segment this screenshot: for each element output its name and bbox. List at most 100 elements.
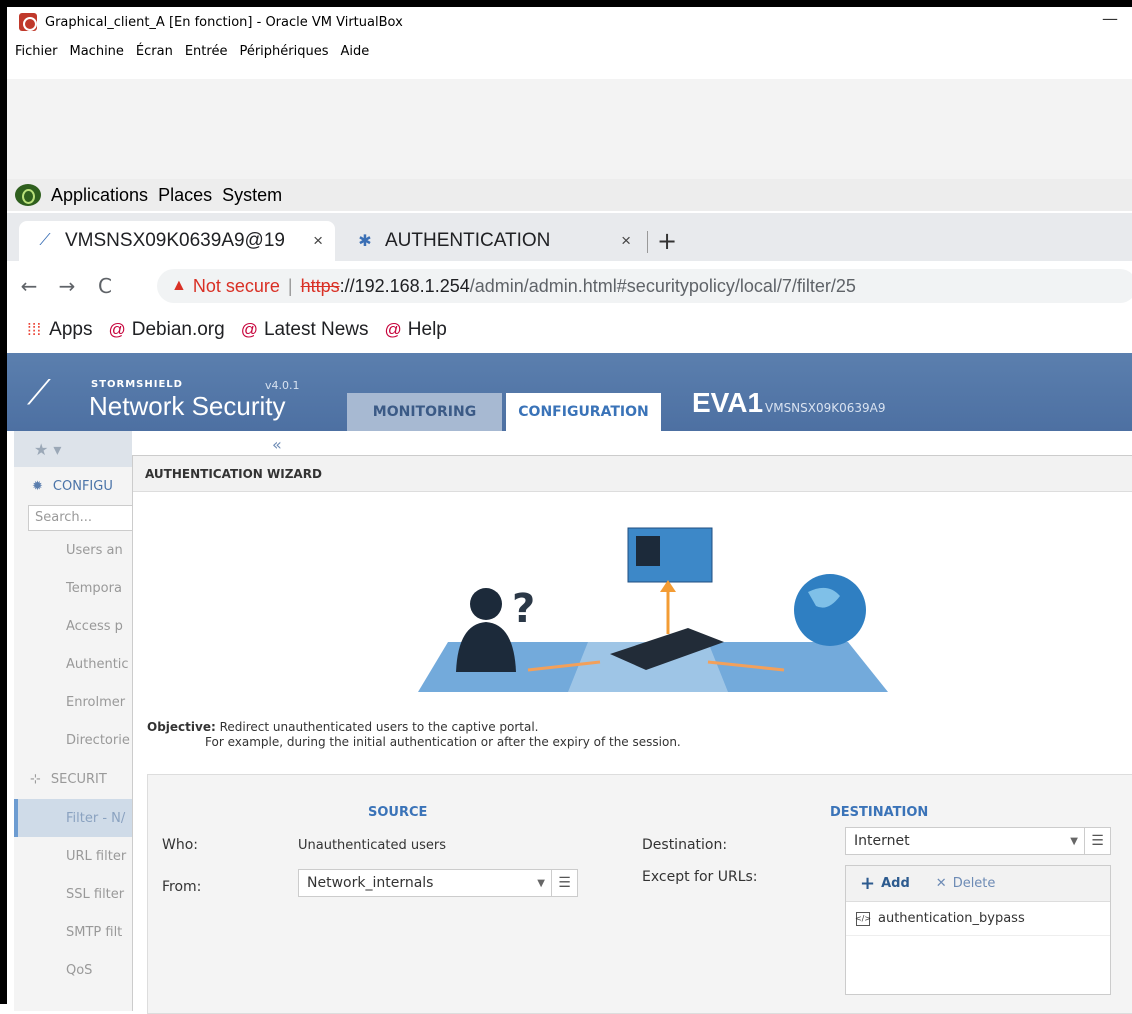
wizard-title: AUTHENTICATION WIZARD <box>133 456 1132 492</box>
sidebar-search-input[interactable]: Search... <box>28 505 138 531</box>
tab-monitoring[interactable]: MONITORING <box>347 393 502 431</box>
objective-line-1: Redirect unauthenticated users to the ca… <box>219 720 539 734</box>
source-heading: SOURCE <box>368 805 428 820</box>
list-icon[interactable]: ☰ <box>1084 828 1110 854</box>
bookmark-help[interactable]: @ Help <box>385 319 447 341</box>
sidebar-item-temporary[interactable]: Tempora <box>14 569 132 607</box>
add-button-label: Add <box>881 876 910 891</box>
virtualbox-logo-icon <box>19 13 37 31</box>
stormshield-logo-icon: ⟋ <box>27 373 51 413</box>
device-name: EVA1 <box>692 387 764 418</box>
url-scheme: https <box>300 275 340 296</box>
minimize-button[interactable]: — <box>1102 9 1118 28</box>
add-button[interactable]: + Add <box>860 873 910 894</box>
sidebar-security-header[interactable]: ⊹ SECURIT <box>14 759 132 799</box>
browser-tab-vmsnsx[interactable]: ⟋ VMSNSX09K0639A9@19 × <box>19 221 335 261</box>
sidebar-item-ssl-filter[interactable]: SSL filter <box>14 875 132 913</box>
url-path: /admin/admin.html#securitypolicy/local/7… <box>469 275 856 296</box>
sidebar-item-access[interactable]: Access p <box>14 607 132 645</box>
sidebar-item-filter-nat[interactable]: Filter - N/ <box>14 799 132 837</box>
sidebar-item-url-filter[interactable]: URL filter <box>14 837 132 875</box>
bookmark-label: Latest News <box>263 319 369 340</box>
close-icon[interactable]: × <box>621 231 631 251</box>
menu-entree[interactable]: Entrée <box>185 44 228 59</box>
tab-label: VMSNSX09K0639A9@19 <box>65 230 285 251</box>
authentication-wizard-dialog: AUTHENTICATION WIZARD ? Objective: Redir… <box>132 455 1132 1014</box>
menu-machine[interactable]: Machine <box>70 44 124 59</box>
debian-icon: @ <box>108 320 126 339</box>
vbox-toolbar-area <box>7 79 1132 179</box>
bookmark-latest-news[interactable]: @ Latest News <box>241 319 369 341</box>
who-value: Unauthenticated users <box>298 838 446 853</box>
close-icon[interactable]: × <box>313 231 323 251</box>
menu-aide[interactable]: Aide <box>341 44 370 59</box>
list-icon[interactable]: ☰ <box>551 870 577 896</box>
warning-icon: ▲ <box>171 277 187 294</box>
omnibox-separator: | <box>287 275 293 296</box>
browser-toolbar: ← → C ▲ Not secure | https ://192.168.1.… <box>7 261 1132 311</box>
sns-brand-small: STORMSHIELD <box>91 379 183 390</box>
puzzle-icon: ✱ <box>358 233 372 250</box>
collapse-sidebar-icon[interactable]: « <box>272 435 282 454</box>
chevron-down-icon[interactable]: ▼ <box>537 878 545 889</box>
sidebar-item-qos[interactable]: QoS <box>14 951 132 989</box>
wizard-objective: Objective: Redirect unauthenticated user… <box>147 720 681 750</box>
gnome-menu-system[interactable]: System <box>222 185 282 206</box>
sidebar-item-enrolment[interactable]: Enrolmer <box>14 683 132 721</box>
sidebar-item-directories[interactable]: Directorie <box>14 721 132 759</box>
destination-label: Destination: <box>642 837 728 853</box>
device-serial: VMSNSX09K0639A9 <box>765 401 886 415</box>
gear-icon: ✹ <box>32 478 43 494</box>
tab-separator <box>647 231 648 253</box>
from-select-value: Network_internals <box>307 875 434 891</box>
delete-button[interactable]: ✕ Delete <box>936 876 996 891</box>
destination-heading: DESTINATION <box>830 805 929 820</box>
destination-select[interactable]: Internet ▼ ☰ <box>845 827 1111 855</box>
from-select[interactable]: Network_internals ▼ ☰ <box>298 869 578 897</box>
menu-fichier[interactable]: Fichier <box>15 44 58 59</box>
favorites-star-icon[interactable]: ★ ▾ <box>34 440 61 459</box>
sidebar-favorites-bar: ★ ▾ <box>14 431 132 467</box>
browser-tab-authentication[interactable]: ✱ AUTHENTICATION × <box>343 221 643 261</box>
forward-button[interactable]: → <box>51 274 83 298</box>
list-item[interactable]: </> authentication_bypass <box>846 902 1110 936</box>
new-tab-button[interactable]: + <box>657 227 677 255</box>
gnome-menu-applications[interactable]: Applications <box>51 185 148 206</box>
bookmark-label: Debian.org <box>131 319 225 340</box>
rule-panel: SOURCE DESTINATION Who: Unauthenticated … <box>147 774 1132 1014</box>
tab-configuration[interactable]: CONFIGURATION <box>506 393 661 431</box>
gnome-top-panel: Applications Places System <box>7 179 1132 211</box>
who-label: Who: <box>162 837 198 853</box>
apps-grid-icon: ⁞⁞⁞ <box>27 320 42 339</box>
plus-icon: + <box>860 873 876 894</box>
vbox-title-bar: Graphical_client_A [En fonction] - Oracl… <box>7 7 1132 37</box>
sns-brand-large: Network Security <box>89 391 286 421</box>
chevron-down-icon[interactable]: ▼ <box>1070 836 1078 847</box>
sidebar-item-smtp-filter[interactable]: SMTP filt <box>14 913 132 951</box>
bookmark-label: Help <box>407 319 447 340</box>
not-secure-label[interactable]: Not secure <box>193 276 280 297</box>
bookmark-debian[interactable]: @ Debian.org <box>108 319 224 341</box>
reload-button[interactable]: C <box>89 274 121 298</box>
from-label: From: <box>162 879 202 895</box>
bookmark-apps[interactable]: ⁞⁞⁞ Apps <box>27 319 92 341</box>
bookmarks-bar: ⁞⁞⁞ Apps @ Debian.org @ Latest News @ He… <box>7 313 1132 347</box>
gnome-menu-places[interactable]: Places <box>158 185 212 206</box>
sns-header: ⟋ STORMSHIELD v4.0.1 Network Security MO… <box>7 353 1132 431</box>
menu-ecran[interactable]: Écran <box>136 44 173 59</box>
address-bar[interactable]: ▲ Not secure | https ://192.168.1.254 /a… <box>157 269 1132 303</box>
back-button[interactable]: ← <box>13 274 45 298</box>
config-sidebar: ★ ▾ ✹ CONFIGU Search... Users an Tempora… <box>14 431 138 1011</box>
security-policy-icon: ⊹ <box>30 771 41 787</box>
user-head <box>470 588 502 620</box>
except-urls-label: Except for URLs: <box>642 869 758 885</box>
sidebar-item-authentication[interactable]: Authentic <box>14 645 132 683</box>
menu-peripheriques[interactable]: Périphériques <box>239 44 328 59</box>
debian-icon: @ <box>384 320 402 339</box>
sidebar-config-header[interactable]: ✹ CONFIGU <box>14 467 132 505</box>
vm-window: Graphical_client_A [En fonction] - Oracl… <box>0 0 1132 1014</box>
debian-swirl-icon <box>15 184 41 206</box>
question-mark: ? <box>512 586 535 632</box>
browser-tab-strip: ⟋ VMSNSX09K0639A9@19 × ✱ AUTHENTICATION … <box>7 213 1132 261</box>
sidebar-item-users[interactable]: Users an <box>14 531 132 569</box>
